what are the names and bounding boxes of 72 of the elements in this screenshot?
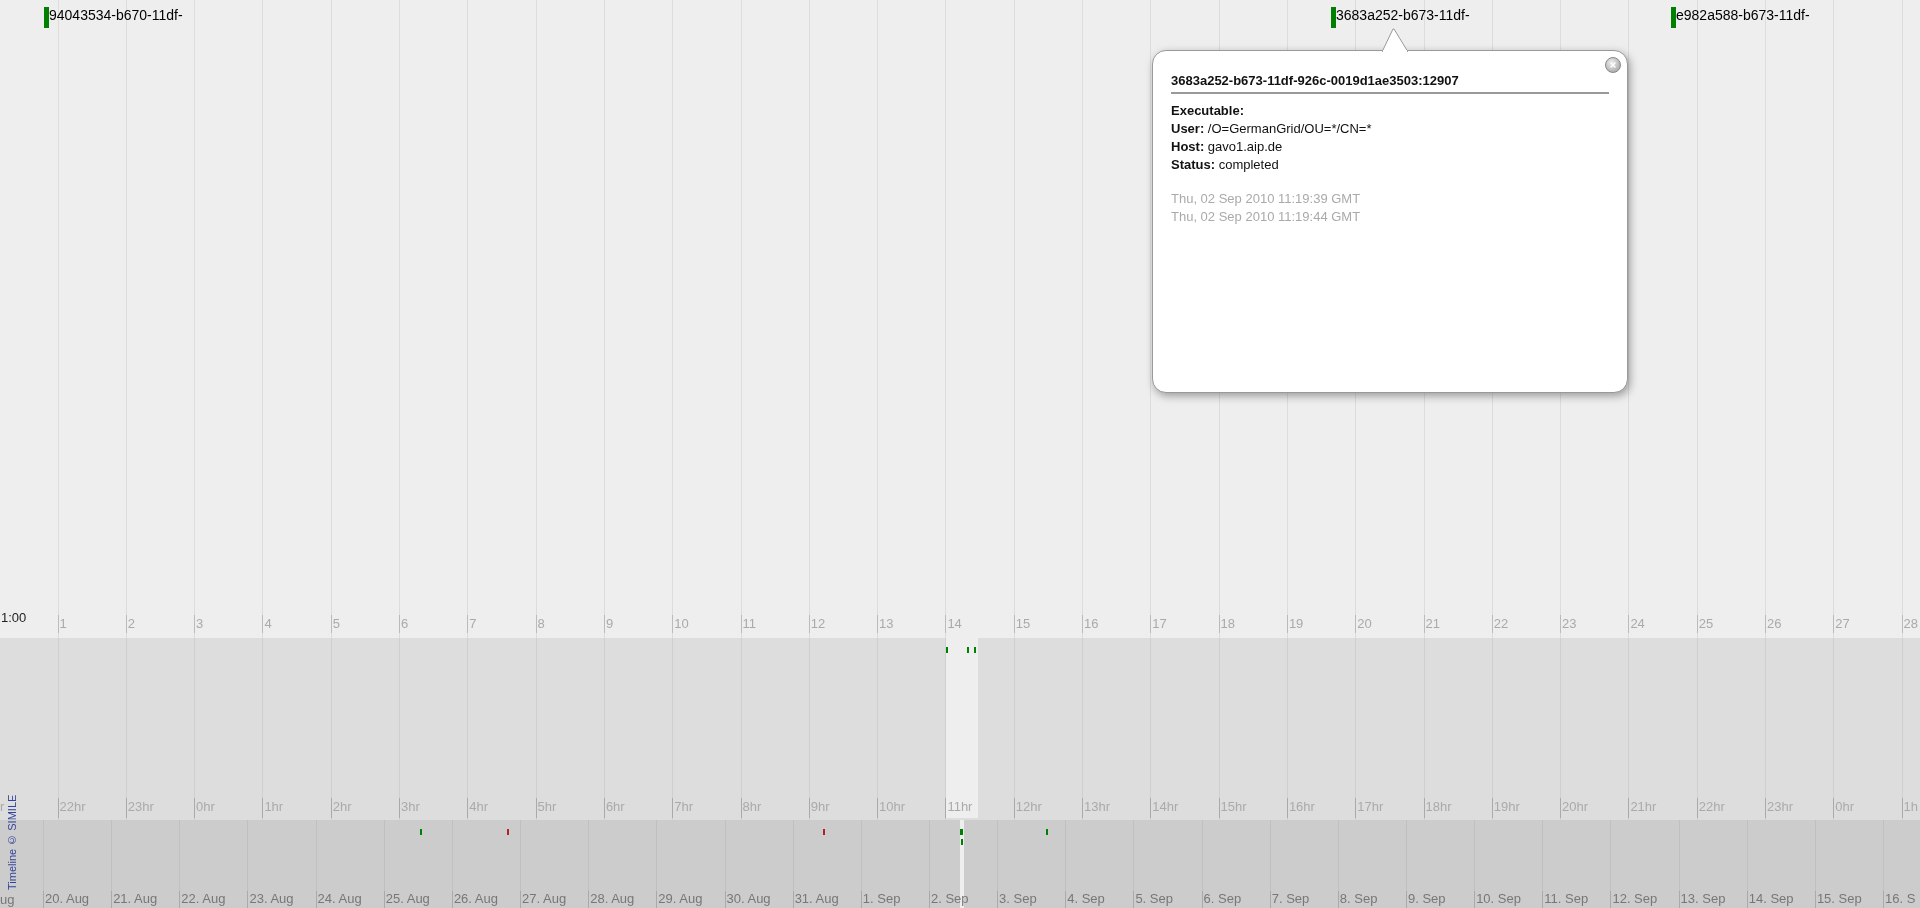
tick-label: 3. Sep — [999, 891, 1037, 907]
tick-label: 7 — [469, 616, 477, 632]
tick-label: 2. Sep — [930, 891, 969, 907]
tick-label: 19 — [1288, 616, 1304, 632]
tick-label: 5 — [332, 616, 340, 632]
tick-label: 1. Sep — [862, 891, 901, 907]
tick-label: 23. Aug — [249, 891, 294, 907]
tick-label: 27 — [1835, 616, 1850, 632]
tick-label: 6. Sep — [1203, 891, 1242, 907]
tick-label: 10 — [674, 616, 689, 632]
tick-label: 11 — [742, 616, 756, 632]
tick-label: 13. Sep — [1680, 891, 1726, 907]
tick-label: 26 — [1767, 616, 1782, 632]
tick-label: 16 — [1084, 616, 1099, 632]
tick-label: ug — [0, 892, 15, 908]
event-label: e982a588-b673-11df- — [1676, 7, 1810, 24]
time-text: Thu, 02 Sep 2010 11:19:44 GMT — [1171, 207, 1362, 226]
tick-label: 16. S — [1885, 891, 1916, 907]
tick-label: 8 — [537, 616, 545, 632]
tick-label: 4. Sep — [1067, 891, 1105, 907]
tick-label: 21 — [1425, 616, 1440, 632]
tick-label: 30. Aug — [726, 891, 771, 907]
tick-label: 12 — [810, 616, 826, 632]
tick-label: 23 — [1562, 616, 1577, 632]
tick-label: 1 — [59, 616, 67, 632]
tick-label: 31. Aug — [794, 891, 839, 907]
tick-label: 6 — [401, 616, 409, 632]
tick-label: 9. Sep — [1408, 891, 1446, 907]
tick-label: 28. Aug — [590, 891, 635, 907]
field-text: Status: completed — [1171, 155, 1280, 174]
field-text: Executable: — [1171, 101, 1245, 120]
popup-title: 3683a252-b673-11df-926c-0019d1ae3503:12907 — [1171, 71, 1609, 94]
tick-label: 15 — [1015, 616, 1031, 632]
tick-label: 24. Aug — [317, 891, 362, 907]
tick-label: 4 — [264, 616, 272, 632]
field-text: User: /O=GermanGrid/OU=*/CN=* — [1171, 119, 1373, 138]
tick-label: 26. Aug — [453, 891, 498, 907]
tick-label: 10. Sep — [1476, 891, 1521, 907]
tick-label: 5. Sep — [1135, 891, 1173, 907]
tick-label: 17 — [1152, 616, 1167, 632]
tick-label: 25 — [1698, 616, 1714, 632]
tick-label: 29. Aug — [658, 891, 703, 907]
tick-label: 14 — [947, 616, 962, 632]
credit-text: Timeline © SIMILE — [6, 793, 18, 890]
tick-label: 22 — [1493, 616, 1509, 632]
tick-label: 3 — [196, 616, 204, 632]
scale-label: 1:00 — [1, 610, 27, 626]
tick-label: 20 — [1357, 616, 1372, 632]
tick-label: 15. Sep — [1816, 891, 1862, 907]
tick-label: 2 — [127, 616, 136, 632]
tick-label: 25. Aug — [385, 891, 430, 907]
tick-label: 12. Sep — [1612, 891, 1658, 907]
tick-label: 27. Aug — [522, 891, 567, 907]
close-icon — [1609, 61, 1617, 69]
event-label: 3683a252-b673-11df- — [1336, 7, 1470, 24]
tick-label: 18 — [1220, 616, 1236, 632]
time-text: Thu, 02 Sep 2010 11:19:39 GMT — [1171, 189, 1362, 208]
tick-label: 24 — [1630, 616, 1645, 632]
close-button[interactable] — [1605, 57, 1621, 73]
tick-label: 8. Sep — [1339, 891, 1378, 907]
tick-label: 7. Sep — [1271, 891, 1310, 907]
tick-label: 20. Aug — [45, 891, 90, 907]
tick-label: 13 — [879, 616, 894, 632]
tick-label: 9 — [605, 616, 614, 632]
field-text: Host: gavo1.aip.de — [1171, 137, 1284, 156]
tick-label: 28 — [1903, 616, 1919, 632]
tick-label: 22. Aug — [181, 891, 226, 907]
event-label: 94043534-b670-11df- — [49, 7, 183, 24]
tick-label: 14. Sep — [1748, 891, 1794, 907]
tick-label: 21. Aug — [113, 891, 158, 907]
tick-label: 11hr — [947, 799, 973, 815]
tick-label: 11. Sep — [1544, 891, 1589, 907]
